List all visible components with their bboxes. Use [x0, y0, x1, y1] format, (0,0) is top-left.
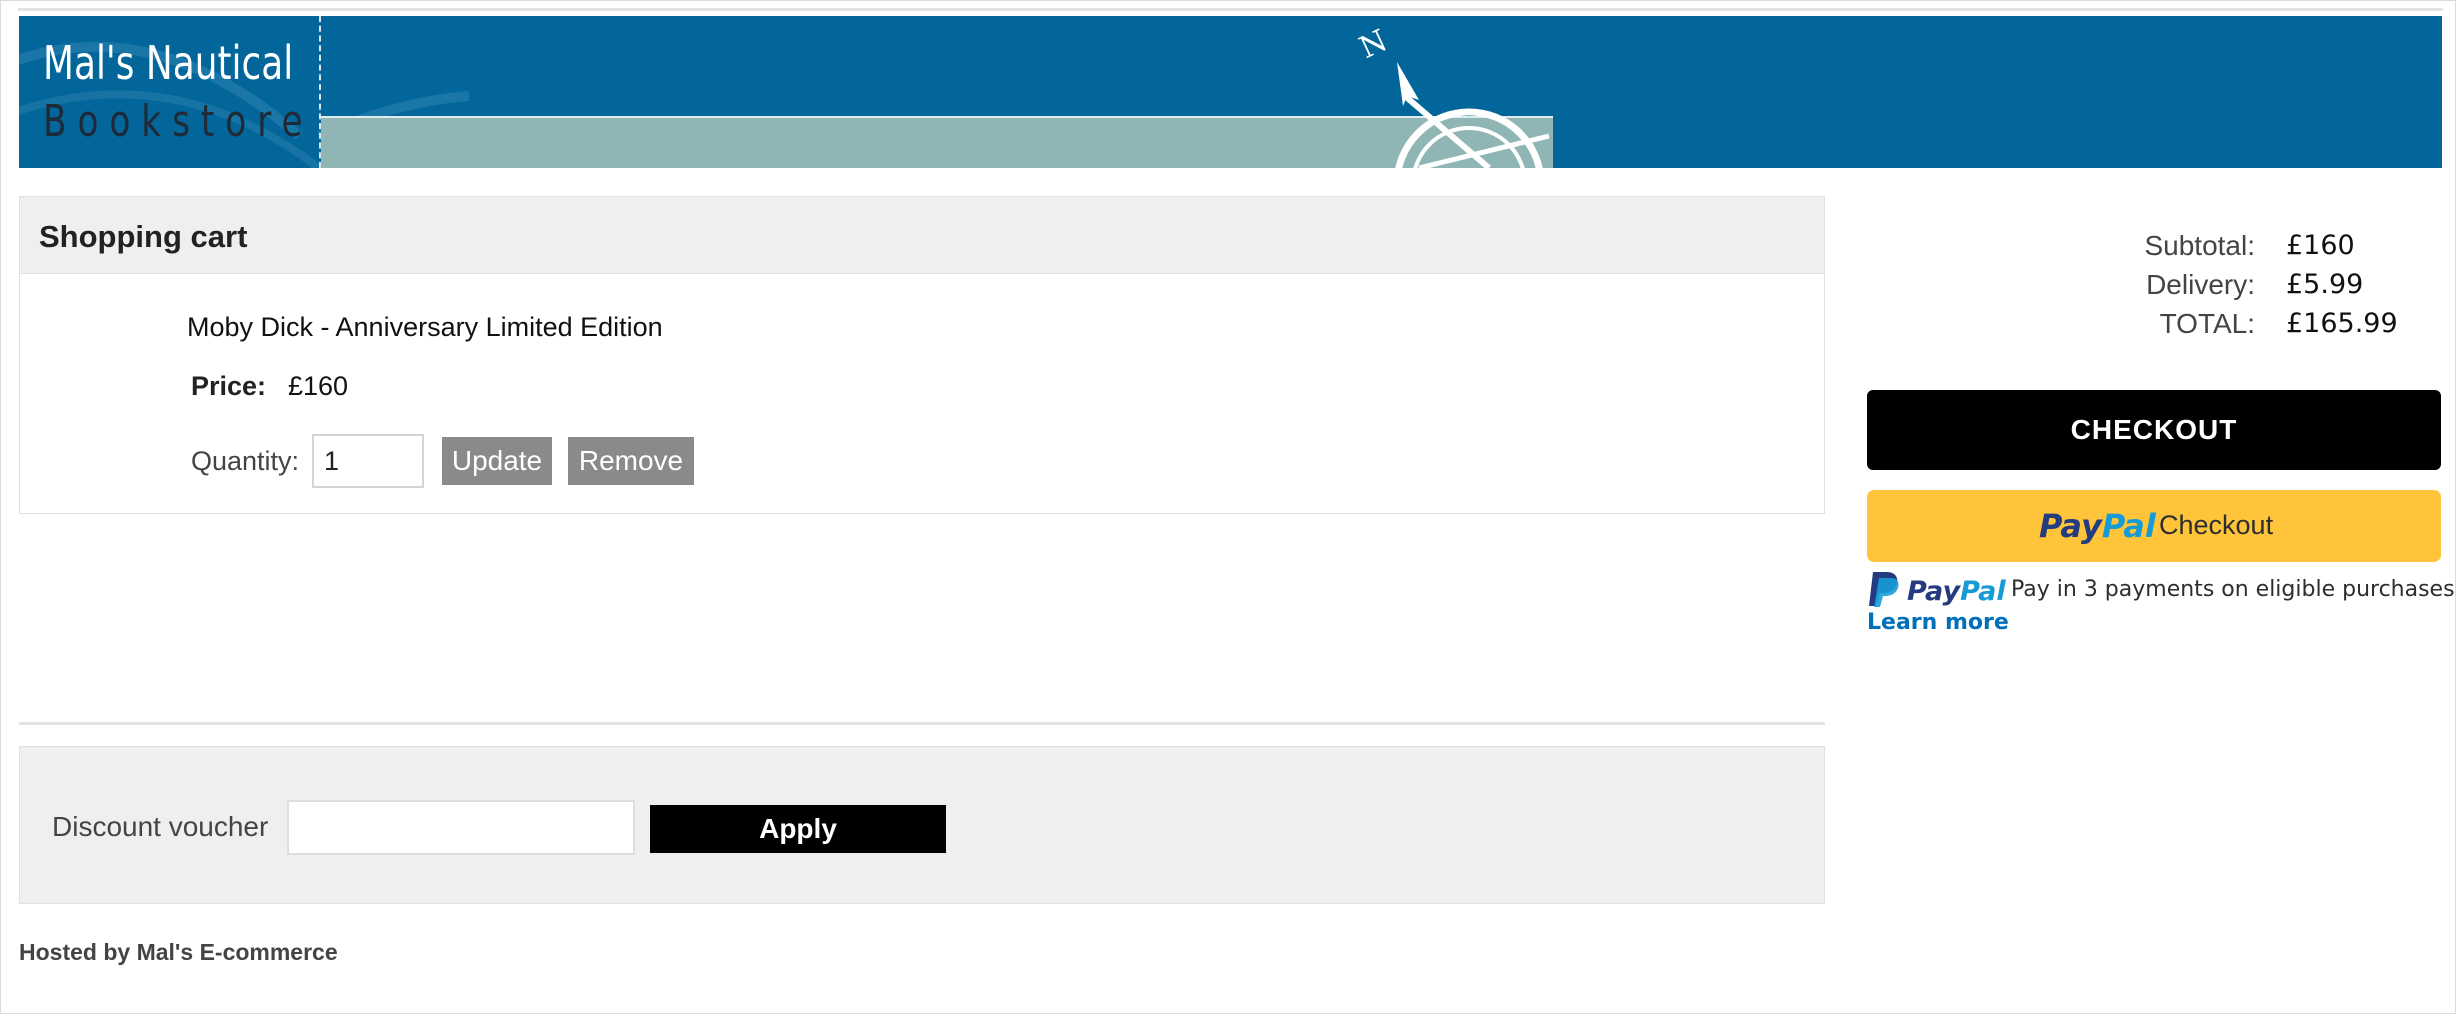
voucher-input[interactable]: [287, 800, 635, 855]
total-label: TOTAL:: [2159, 308, 2255, 339]
paypal-logo-pay: Pay: [2039, 507, 2102, 545]
checkout-button[interactable]: CHECKOUT: [1867, 390, 2441, 470]
compass-letter: N: [1354, 23, 1393, 66]
paypal-logo-pal: Pal: [2101, 507, 2156, 545]
subtotal-label: Subtotal:: [2144, 230, 2255, 261]
paylater-text: Pay in 3 payments on eligible purchases.: [2011, 577, 2456, 602]
footer-hosted-by: Hosted by Mal's E-commerce: [19, 939, 338, 965]
shopping-cart-panel: Shopping cart Moby Dick - Anniversary Li…: [19, 196, 1825, 514]
paylater-brand-pal: Pal: [1960, 576, 2006, 607]
top-rule: [18, 8, 2443, 11]
section-divider: [19, 722, 1825, 725]
item-name: Moby Dick - Anniversary Limited Edition: [187, 312, 663, 342]
price-label: Price:: [191, 371, 267, 401]
paylater-brand: PayPal: [1907, 576, 2006, 607]
subtotal-value: £160: [2286, 230, 2355, 261]
price-value: £160: [288, 371, 349, 401]
discount-voucher-panel: Discount voucher Apply: [19, 746, 1825, 904]
quantity-input[interactable]: [312, 434, 424, 488]
paylater-brand-pay: Pay: [1907, 576, 1961, 607]
apply-button[interactable]: Apply: [650, 805, 946, 853]
paypal-logo: PayPal: [2039, 507, 2156, 545]
remove-button[interactable]: Remove: [568, 437, 694, 485]
paypal-checkout-button[interactable]: PayPal Checkout: [1867, 490, 2441, 562]
quantity-label: Quantity:: [191, 446, 300, 476]
delivery-label: Delivery:: [2146, 269, 2255, 300]
learn-more-link[interactable]: Learn more: [1867, 610, 2009, 635]
delivery-value: £5.99: [2286, 269, 2364, 300]
paypal-p-icon: [1869, 572, 1899, 607]
compass-rose-icon: N: [1354, 23, 1550, 168]
paypal-pay-later-message: PayPal Pay in 3 payments on eligible pur…: [1867, 570, 2456, 640]
paypal-checkout-label: Checkout: [2159, 510, 2274, 540]
voucher-label: Discount voucher: [52, 811, 269, 842]
total-value: £165.99: [2286, 308, 2398, 339]
cart-title: Shopping cart: [39, 219, 248, 254]
site-banner: Mal's Nautical Bookstore N: [19, 16, 2442, 168]
cart-header: Shopping cart: [20, 197, 1824, 274]
update-button[interactable]: Update: [442, 437, 552, 485]
